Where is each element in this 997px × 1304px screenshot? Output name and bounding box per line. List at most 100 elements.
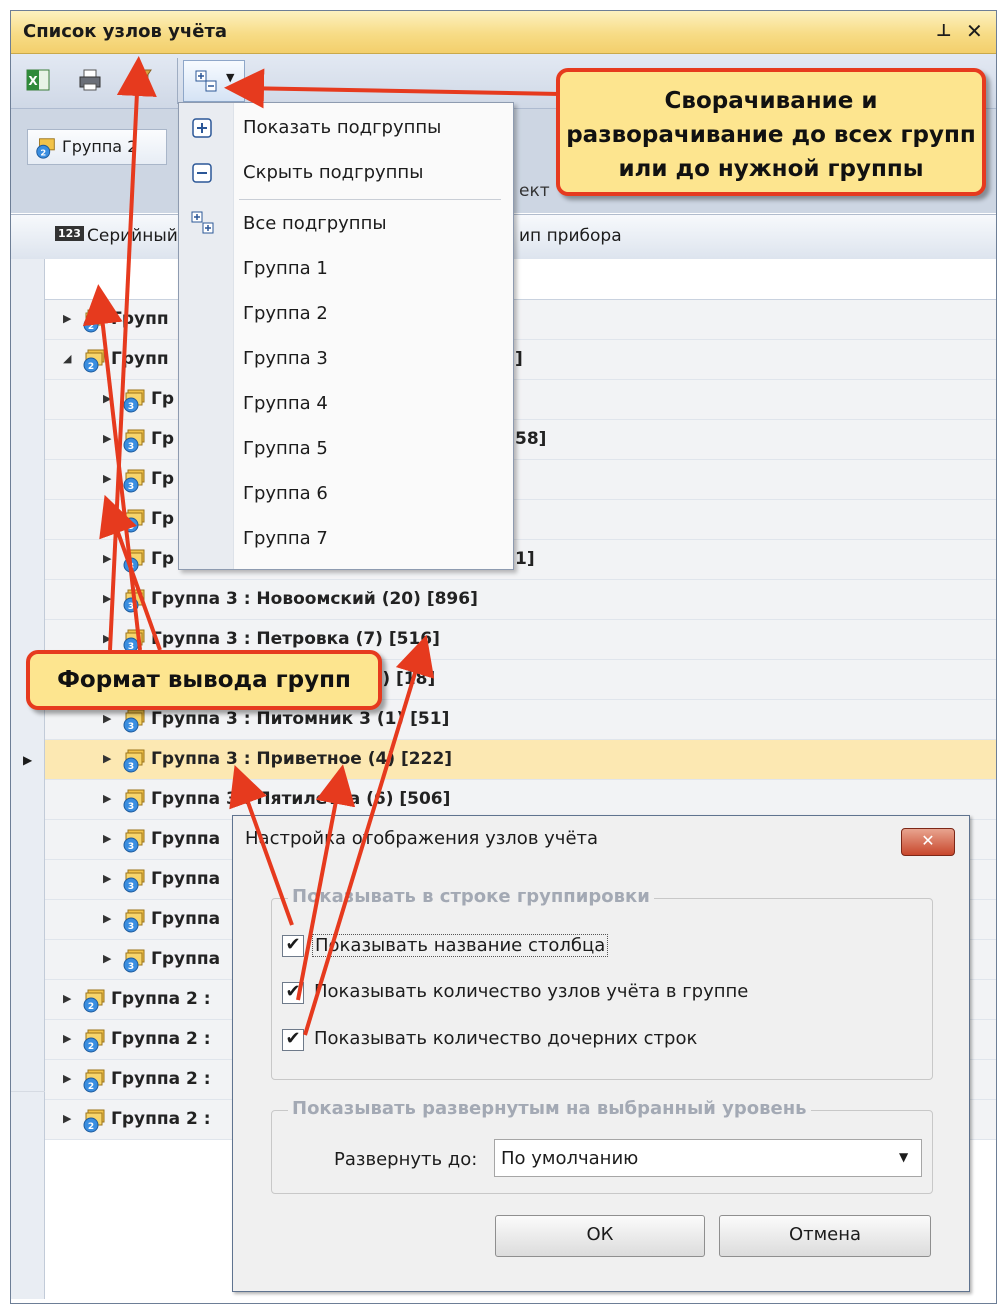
row-label: Группа (151, 829, 221, 849)
menu-item-group-1[interactable]: Группа 1 (243, 258, 328, 279)
row-label: Группа (151, 909, 221, 929)
row-label: Группа (151, 869, 221, 889)
close-icon[interactable]: ✕ (966, 19, 983, 43)
svg-text:3: 3 (128, 602, 134, 612)
expand-toggle-icon[interactable]: ▶ (63, 312, 71, 325)
svg-text:3: 3 (128, 402, 134, 412)
group-level-3-icon: 3 (123, 869, 145, 893)
row-label: Гр (151, 389, 175, 409)
row-label: Групп (111, 349, 169, 369)
group-level-3-icon: 3 (123, 429, 145, 453)
menu-item-all-subgroups[interactable]: Все подгруппы (243, 213, 387, 234)
expand-toggle-icon[interactable]: ▶ (103, 592, 111, 605)
menu-item-group-6[interactable]: Группа 6 (243, 483, 328, 504)
group-chip[interactable]: 2 Группа 2 (27, 129, 167, 165)
print-icon[interactable] (77, 67, 103, 93)
format-settings-icon[interactable] (127, 67, 153, 93)
svg-text:3: 3 (128, 482, 134, 492)
show-node-count-checkbox[interactable]: ✔ (282, 982, 304, 1004)
svg-text:3: 3 (128, 962, 134, 972)
group-level-3-icon: 3 (123, 549, 145, 573)
excel-export-icon[interactable]: X (25, 67, 51, 93)
expand-toggle-icon[interactable]: ▶ (103, 872, 111, 885)
row-label: Гр (151, 469, 175, 489)
window-title: Список узлов учёта (23, 21, 228, 42)
checkmark-icon: ✔ (285, 981, 301, 1002)
row-label-tail: ] (515, 349, 523, 369)
expand-toggle-icon[interactable]: ▶ (63, 1032, 71, 1045)
menu-item-group-4[interactable]: Группа 4 (243, 393, 328, 414)
expand-toggle-icon[interactable]: ▶ (103, 912, 111, 925)
row-indicator-column: ▶ (11, 259, 45, 1299)
row-label: Группа 2 : (111, 1069, 211, 1089)
svg-text:2: 2 (40, 147, 46, 157)
serial-column-icon: 123 (55, 226, 84, 241)
menu-item-group-7[interactable]: Группа 7 (243, 528, 328, 549)
collapse-toggle-icon[interactable]: ◢ (63, 352, 71, 365)
menu-item-hide-subgroups[interactable]: Скрыть подгруппы (243, 162, 423, 183)
group-level-3-icon: 3 (123, 589, 145, 613)
expand-toggle-icon[interactable]: ▶ (103, 632, 111, 645)
column-serial[interactable]: Серийный (87, 226, 178, 246)
grouping-row-legend: Показывать в строке группировки (288, 886, 654, 907)
svg-text:3: 3 (128, 762, 134, 772)
svg-text:3: 3 (128, 882, 134, 892)
table-row[interactable]: ▶ 3 Группа 3 : Приветное (4) [222] (45, 740, 996, 780)
dialog-close-button[interactable]: ✕ (901, 828, 955, 856)
expand-toggle-icon[interactable]: ▶ (103, 392, 111, 405)
expand-to-label: Развернуть до: (334, 1149, 478, 1170)
checkmark-icon: ✔ (285, 934, 301, 955)
expand-toggle-icon[interactable]: ▶ (103, 832, 111, 845)
expand-to-select[interactable]: По умолчанию ▼ (494, 1139, 922, 1177)
menu-item-group-5[interactable]: Группа 5 (243, 438, 328, 459)
menu-item-group-2[interactable]: Группа 2 (243, 303, 328, 324)
group-level-2-icon: 2 (83, 1029, 105, 1053)
expand-toggle-icon[interactable]: ▶ (63, 1072, 71, 1085)
ok-button[interactable]: ОК (495, 1215, 705, 1257)
group-level-2-icon: 2 (83, 989, 105, 1013)
menu-item-show-subgroups[interactable]: Показать подгруппы (243, 117, 441, 138)
expand-callout: Сворачивание и разворачивание до всех гр… (556, 68, 986, 196)
row-label: Группа 3 : Новоомский (20) [896] (151, 589, 478, 609)
group-level-3-icon: 3 (123, 829, 145, 853)
expand-collapse-button[interactable]: ▼ (183, 60, 245, 102)
pin-icon[interactable]: ⊥ (936, 21, 952, 41)
expand-toggle-icon[interactable]: ▶ (63, 1112, 71, 1125)
expand-toggle-icon[interactable]: ▶ (103, 512, 111, 525)
expand-toggle-icon[interactable]: ▶ (103, 712, 111, 725)
show-column-name-checkbox[interactable]: ✔ (282, 935, 304, 957)
chevron-down-icon: ▼ (899, 1150, 909, 1164)
svg-text:3: 3 (128, 922, 134, 932)
expand-toggle-icon[interactable]: ▶ (103, 952, 111, 965)
dropdown-arrow-icon: ▼ (226, 71, 235, 84)
svg-text:X: X (28, 74, 38, 88)
show-child-rows-checkbox[interactable]: ✔ (282, 1029, 304, 1051)
expand-toggle-icon[interactable]: ▶ (103, 472, 111, 485)
expand-toggle-icon[interactable]: ▶ (103, 792, 111, 805)
row-label: Группа 3 : Питомник 3 (1) [51] (151, 709, 450, 729)
svg-text:2: 2 (88, 1042, 94, 1052)
row-label: Группа 3 : Петровка (7) [516] (151, 629, 440, 649)
row-label-tail: 58] (515, 429, 547, 449)
menu-separator (239, 199, 501, 200)
row-label: Группа 2 : (111, 1109, 211, 1129)
row-label: Гр (151, 509, 175, 529)
toolbar-overflow-icon[interactable]: ▼ (255, 82, 263, 95)
svg-text:2: 2 (88, 1002, 94, 1012)
menu-item-group-3[interactable]: Группа 3 (243, 348, 328, 369)
expand-toggle-icon[interactable]: ▶ (103, 432, 111, 445)
row-label: Гр (151, 549, 175, 569)
expand-collapse-menu: Показать подгруппы Скрыть подгруппы Все … (178, 102, 514, 570)
show-child-rows-label: Показывать количество дочерних строк (314, 1028, 698, 1049)
group-level-3-icon: 3 (123, 949, 145, 973)
cancel-button[interactable]: Отмена (719, 1215, 931, 1257)
current-row-indicator-icon: ▶ (23, 753, 33, 767)
table-row[interactable]: ▶ 3 Группа 3 : Новоомский (20) [896] (45, 580, 996, 620)
expand-toggle-icon[interactable]: ▶ (103, 752, 111, 765)
expand-toggle-icon[interactable]: ▶ (63, 992, 71, 1005)
expand-toggle-icon[interactable]: ▶ (103, 552, 111, 565)
column-device-type[interactable]: ип прибора (519, 226, 622, 246)
expand-level-legend: Показывать развернутым на выбранный уров… (288, 1098, 811, 1119)
table-row[interactable]: ▶ 3 Группа 3 : Пятилетка (6) [506] (45, 780, 996, 820)
expand-level-fieldset: Показывать развернутым на выбранный уров… (271, 1098, 933, 1194)
